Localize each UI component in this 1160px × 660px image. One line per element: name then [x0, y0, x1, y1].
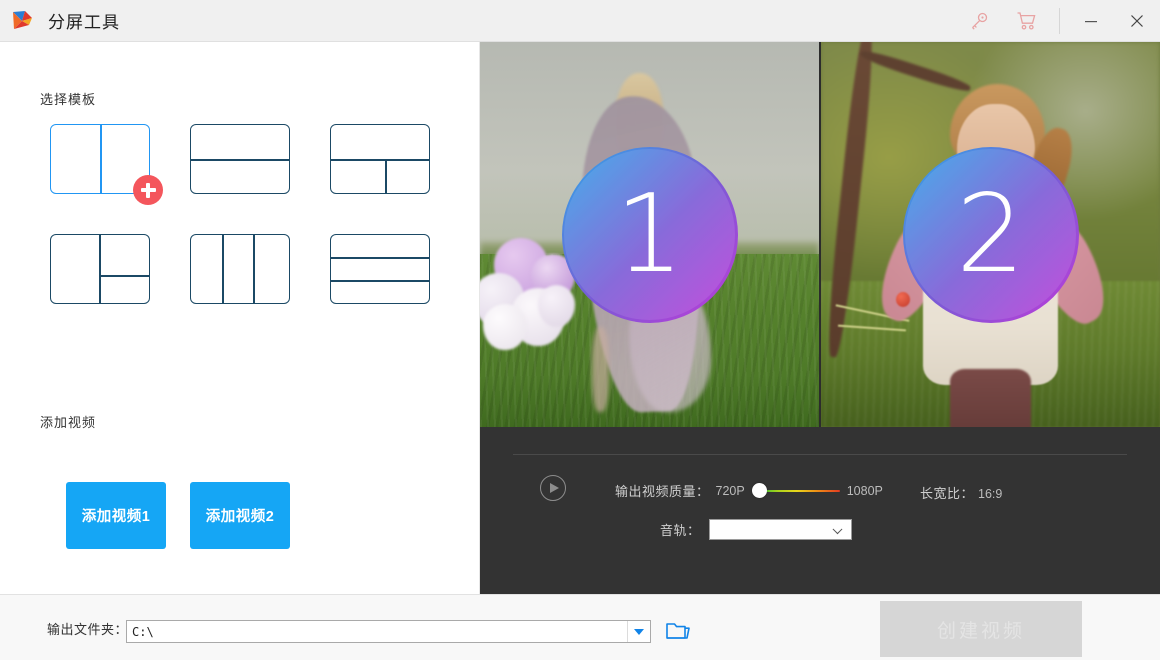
output-quality-row: 输出视频质量： 720P 1080P — [615, 481, 883, 500]
template-two-columns[interactable] — [50, 124, 150, 194]
add-video-1-button[interactable]: 添加视频1 — [66, 482, 166, 549]
preview-pane-2[interactable]: YOU MAKE MY DAY 2 — [821, 42, 1160, 427]
pane-number-badge-2: 2 — [903, 147, 1079, 323]
aspect-ratio-value: 16:9 — [978, 487, 1002, 501]
template-three-columns[interactable] — [190, 234, 290, 304]
quality-max-label: 1080P — [847, 484, 883, 498]
audio-track-label: 音轨： — [660, 520, 701, 539]
add-video-buttons: 添加视频1 添加视频2 — [66, 482, 290, 549]
template-divider — [99, 275, 149, 277]
template-row-1 — [50, 124, 450, 194]
aspect-ratio-label: 长宽比： — [920, 483, 974, 502]
controls-separator — [513, 454, 1127, 455]
pane-number-2: 2 — [956, 181, 1025, 289]
audio-track-select[interactable] — [709, 519, 852, 540]
template-divider — [331, 257, 429, 259]
template-two-rows[interactable] — [190, 124, 290, 194]
audio-track-row: 音轨： — [660, 519, 852, 540]
controls-panel: 输出视频质量： 720P 1080P 长宽比： 16:9 音轨： — [480, 427, 1160, 594]
preview-pane-1[interactable]: 1 — [480, 42, 819, 427]
output-folder-dropdown-button[interactable] — [627, 621, 650, 642]
titlebar-separator — [1059, 8, 1060, 34]
template-divider — [222, 235, 224, 303]
left-panel: 选择模板 — [0, 42, 480, 594]
output-quality-label: 输出视频质量： — [615, 481, 710, 500]
quality-min-label: 720P — [716, 484, 745, 498]
template-divider — [253, 235, 255, 303]
output-folder-combo[interactable] — [126, 620, 651, 643]
video-preview-area: 1 YOU — [480, 42, 1160, 427]
quality-slider[interactable] — [752, 483, 840, 499]
template-divider — [191, 159, 289, 161]
close-icon[interactable] — [1114, 0, 1160, 42]
pane-number-1: 1 — [615, 181, 684, 289]
key-icon[interactable] — [955, 0, 1003, 42]
template-row-2 — [50, 234, 450, 304]
template-left-full-right-split[interactable] — [50, 234, 150, 304]
quality-slider-track — [760, 490, 840, 493]
minimize-icon[interactable] — [1068, 0, 1114, 42]
add-video-2-button[interactable]: 添加视频2 — [190, 482, 290, 549]
app-window: 分屏工具 — [0, 0, 1160, 660]
title-bar: 分屏工具 — [0, 0, 1160, 42]
template-section-label: 选择模板 — [40, 89, 96, 108]
create-video-button[interactable]: 创建视频 — [880, 601, 1082, 657]
template-top-full-bottom-split[interactable] — [330, 124, 430, 194]
play-icon[interactable] — [540, 475, 566, 501]
template-grid — [50, 124, 450, 344]
chevron-down-icon — [832, 524, 842, 534]
output-folder-input[interactable] — [127, 621, 627, 642]
output-folder-label: 输出文件夹： — [47, 619, 128, 638]
plus-icon[interactable] — [133, 175, 163, 205]
quality-slider-knob[interactable] — [752, 483, 767, 498]
chevron-down-icon — [634, 629, 644, 635]
shopping-cart-icon[interactable] — [1003, 0, 1051, 42]
aspect-ratio-row: 长宽比： 16:9 — [920, 483, 1002, 502]
template-three-rows[interactable] — [330, 234, 430, 304]
template-divider — [331, 159, 429, 161]
window-title: 分屏工具 — [48, 8, 120, 33]
template-divider — [385, 159, 387, 193]
template-divider — [100, 125, 102, 193]
add-video-section-label: 添加视频 — [40, 412, 96, 431]
pane-number-badge-1: 1 — [562, 147, 738, 323]
app-logo-play-icon — [10, 8, 36, 34]
template-divider — [331, 280, 429, 282]
folder-icon[interactable] — [665, 619, 691, 643]
template-divider — [99, 235, 101, 303]
